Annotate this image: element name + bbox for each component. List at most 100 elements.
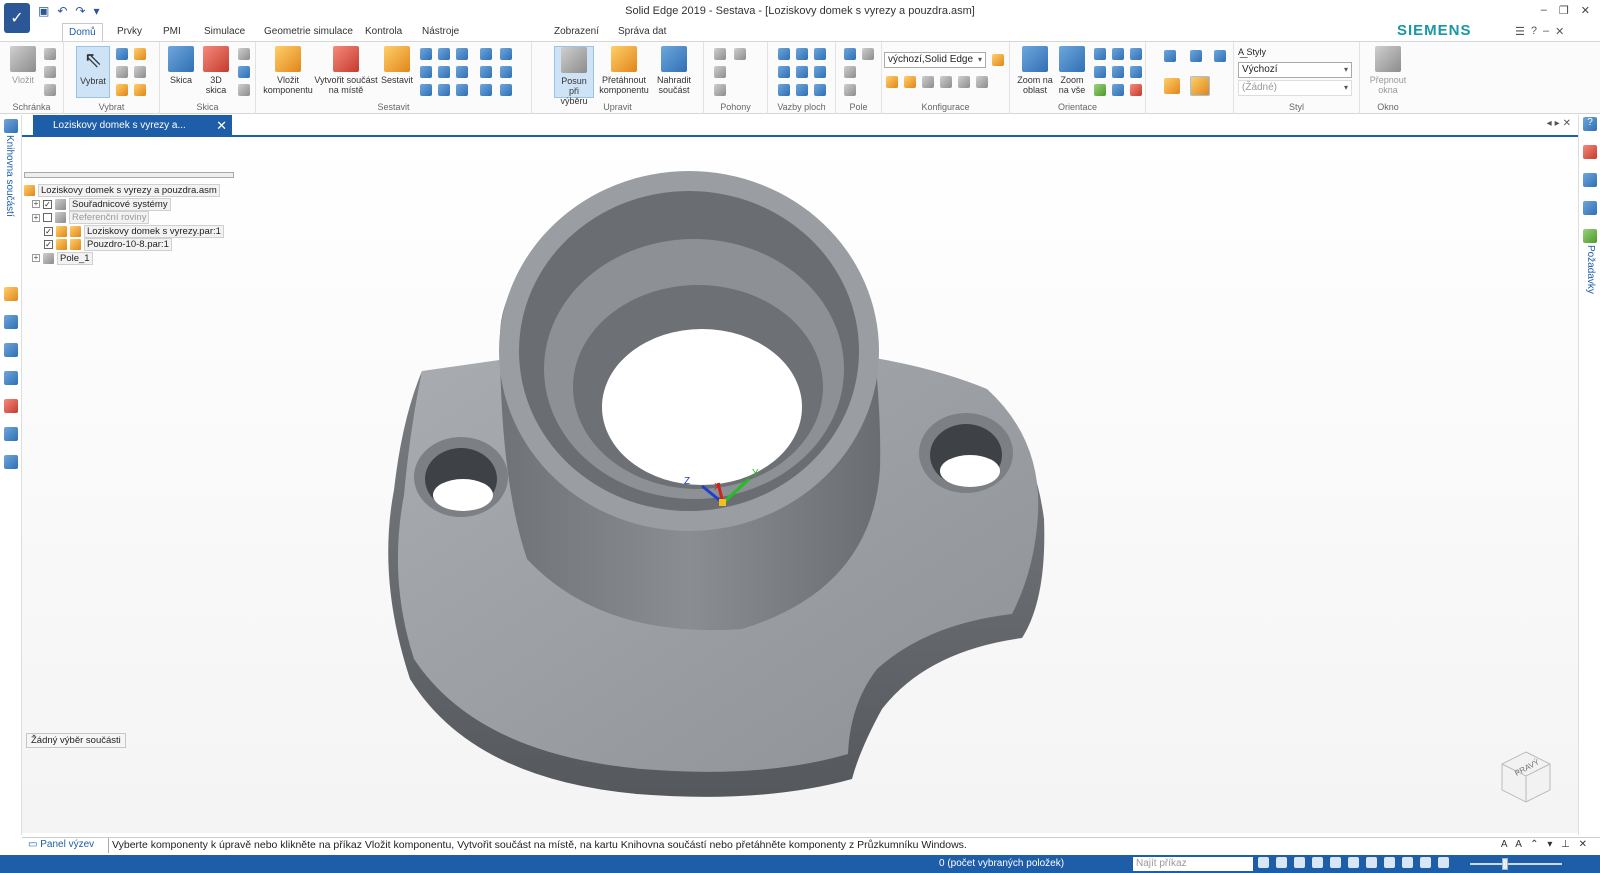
- close-document-icon[interactable]: ✕: [216, 115, 227, 137]
- tree-resize-grip[interactable]: [24, 172, 234, 178]
- select-filter-icon[interactable]: [116, 48, 128, 60]
- sketch-button[interactable]: Skica: [166, 46, 196, 85]
- tangent-icon[interactable]: [438, 84, 450, 96]
- pattern-along-icon[interactable]: [844, 84, 856, 96]
- prompt-panel-button[interactable]: ▭ Panel výzev: [28, 839, 94, 850]
- pan-icon[interactable]: [1330, 857, 1341, 868]
- pattern-icon[interactable]: [844, 48, 856, 60]
- tab-pmi[interactable]: PMI: [157, 23, 187, 41]
- create-part-in-place-button[interactable]: Vytvořit součást na místě: [314, 46, 378, 95]
- replace-part-button[interactable]: Nahradit součást: [652, 46, 696, 95]
- motor-icon[interactable]: [714, 48, 726, 60]
- paste-button[interactable]: Vložit: [8, 46, 38, 85]
- expand-icon[interactable]: +: [32, 213, 40, 222]
- tab-zobrazeni[interactable]: Zobrazení: [548, 23, 605, 41]
- path-icon[interactable]: [480, 84, 492, 96]
- move-on-select-button[interactable]: Posun při výběru: [554, 46, 594, 106]
- iso-view-icon[interactable]: [1164, 50, 1176, 62]
- rotate-icon[interactable]: [1130, 48, 1142, 60]
- help-circle-icon[interactable]: ?: [1583, 117, 1597, 131]
- configuration-select[interactable]: výchozí,Solid Edge ▾: [884, 52, 986, 68]
- requirements-tab[interactable]: Požadavky: [1585, 245, 1596, 294]
- visibility-checkbox[interactable]: ✓: [43, 199, 52, 209]
- visibility-checkbox[interactable]: ✓: [44, 226, 53, 236]
- zoom-icon[interactable]: [1094, 48, 1106, 60]
- connect-icon[interactable]: [456, 66, 468, 78]
- sketch-tool-icon[interactable]: [238, 48, 250, 60]
- sketch-view-icon[interactable]: [1094, 84, 1106, 96]
- tab-prvky[interactable]: Prvky: [111, 23, 148, 41]
- views-icon[interactable]: [1402, 857, 1413, 868]
- views-icon[interactable]: [1112, 66, 1124, 78]
- visibility-checkbox[interactable]: ✓: [44, 240, 53, 249]
- fit-icon[interactable]: [1276, 857, 1287, 868]
- orientation-cube[interactable]: PRAVÝ: [1498, 748, 1554, 804]
- rotate-icon[interactable]: [1348, 857, 1359, 868]
- parts-library-tab[interactable]: Knihovna součástí: [4, 135, 15, 217]
- face-relate-7-icon[interactable]: [778, 84, 790, 96]
- tree-item-reference-planes[interactable]: + Referenční roviny: [24, 211, 234, 224]
- styles-button[interactable]: A͟ Styly: [1238, 47, 1266, 57]
- solid-edge-portal-icon[interactable]: [1583, 201, 1597, 215]
- command-search-input[interactable]: Najít příkaz: [1133, 857, 1253, 871]
- face-relate-4-icon[interactable]: [778, 66, 790, 78]
- expand-icon[interactable]: +: [32, 200, 40, 208]
- youtube-icon[interactable]: [1583, 145, 1597, 159]
- zoom-area-icon[interactable]: [1312, 857, 1323, 868]
- view-icon[interactable]: [1094, 66, 1106, 78]
- tree-item-coordinate-systems[interactable]: + ✓ Souřadnicové systémy: [24, 197, 234, 211]
- format-painter-icon[interactable]: [44, 84, 56, 96]
- select-button[interactable]: ⇖ Vybrat: [76, 46, 110, 98]
- spin-icon[interactable]: [1130, 66, 1142, 78]
- angle-icon[interactable]: [420, 84, 432, 96]
- insert-relation-icon[interactable]: [456, 48, 468, 60]
- named-views-icon[interactable]: [1130, 84, 1142, 96]
- requirements-icon[interactable]: [1583, 229, 1597, 243]
- duplicate-icon[interactable]: [844, 66, 856, 78]
- doc-close-icon[interactable]: ✕: [1555, 25, 1564, 38]
- tab-nastroje[interactable]: Nástroje: [416, 23, 465, 41]
- select-box-icon[interactable]: [116, 66, 128, 78]
- tree-root[interactable]: Loziskovy domek s vyrezy a pouzdra.asm: [24, 184, 234, 197]
- sketch-relation-icon[interactable]: [238, 66, 250, 78]
- drag-component-button[interactable]: Přetáhnout komponentu: [598, 46, 650, 95]
- switch-windows-button[interactable]: Přepnout okna: [1364, 46, 1412, 95]
- trimetric-view-icon[interactable]: [1214, 50, 1226, 62]
- axial-align-icon[interactable]: [420, 66, 432, 78]
- display-config-4-icon[interactable]: [940, 76, 952, 88]
- arrow-icon[interactable]: [1258, 857, 1269, 868]
- previous-view-icon[interactable]: [1112, 84, 1124, 96]
- rigid-set-icon[interactable]: [500, 66, 512, 78]
- mate-icon[interactable]: [420, 48, 432, 60]
- configuration-settings-icon[interactable]: [992, 54, 1004, 66]
- face-relate-6-icon[interactable]: [814, 66, 826, 78]
- expand-icon[interactable]: +: [32, 254, 40, 262]
- tree-item-pattern[interactable]: + Pole_1: [24, 251, 234, 265]
- select-parts-icon[interactable]: [116, 84, 128, 96]
- style-select-secondary[interactable]: (Žádné) ▾: [1238, 80, 1352, 96]
- face-relate-1-icon[interactable]: [778, 48, 790, 60]
- zoom-slider[interactable]: [1470, 863, 1562, 865]
- style-select[interactable]: Výchozí ▾: [1238, 62, 1352, 78]
- mirror-icon[interactable]: [862, 48, 874, 60]
- face-relate-8-icon[interactable]: [796, 84, 808, 96]
- pan-icon[interactable]: [1112, 48, 1124, 60]
- layers-icon[interactable]: [4, 315, 18, 329]
- layout-icon[interactable]: ☰: [1515, 25, 1525, 38]
- view-icon[interactable]: [1384, 857, 1395, 868]
- sketch-view-icon[interactable]: [1366, 857, 1377, 868]
- copy-icon[interactable]: [44, 66, 56, 78]
- restore-icon[interactable]: ❐: [1559, 4, 1569, 17]
- minimize-icon[interactable]: –: [1541, 4, 1547, 17]
- face-relate-2-icon[interactable]: [796, 48, 808, 60]
- shaded-icon[interactable]: [1164, 78, 1180, 94]
- cut-icon[interactable]: [44, 48, 56, 60]
- display-config-2-icon[interactable]: [904, 76, 916, 88]
- face-relate-5-icon[interactable]: [796, 66, 808, 78]
- close-icon[interactable]: ✕: [1581, 4, 1590, 17]
- zoom-area-button[interactable]: Zoom na oblast: [1016, 46, 1054, 95]
- facebook-icon[interactable]: [1583, 173, 1597, 187]
- tab-domu[interactable]: Domů: [62, 23, 103, 41]
- simulate-motor-icon[interactable]: [734, 48, 746, 60]
- select-set-icon[interactable]: [134, 66, 146, 78]
